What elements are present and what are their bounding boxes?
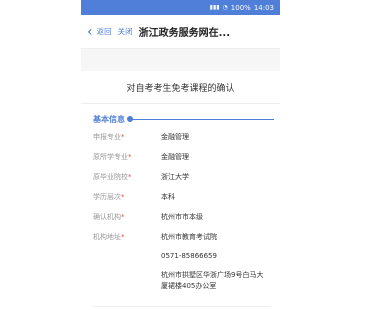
section-header: 基本信息	[81, 108, 280, 130]
row-label: 学历层次*	[93, 193, 125, 201]
page-title: 浙江政务服务网在...	[138, 28, 231, 39]
row-value: 浙江大学	[161, 173, 189, 181]
row-label: 原毕业院校*	[93, 173, 132, 181]
info-row-degree: 学历层次* 本科	[93, 190, 280, 210]
battery-text: 100%	[230, 3, 251, 12]
card-title: 对自考考生免考课程的确认	[81, 71, 280, 104]
nav-bar: ‹ 返回 关闭 浙江政务服务网在...	[81, 15, 280, 49]
chevron-left-icon[interactable]: ‹	[87, 25, 93, 39]
wifi-icon: ◔	[222, 4, 228, 11]
info-row-address: 机构地址* 杭州市教育考试院 0571-85866659 杭州市拱墅区华浙广场9…	[93, 230, 280, 300]
row-value: 杭州市市本级	[161, 213, 203, 221]
phone-screen: ▮▮▮ ◔ 100% 14:03 ‹ 返回 关闭 浙江政务服务网在... 对自考…	[81, 0, 280, 310]
section-dot-icon	[127, 116, 133, 122]
info-row-original-major: 原所学专业* 金融管理	[93, 150, 280, 170]
address-org: 杭州市教育考试院	[161, 233, 217, 241]
row-value: 金融管理	[161, 133, 189, 141]
section-title: 基本信息	[93, 114, 125, 124]
info-row-major: 申报专业* 金融管理	[93, 130, 280, 150]
row-value: 本科	[161, 193, 175, 201]
spacer	[81, 49, 280, 71]
row-value: 杭州市教育考试院 0571-85866659 杭州市拱墅区华浙广场9号白马大厦裙…	[161, 230, 280, 300]
row-label: 机构地址*	[93, 233, 125, 241]
address-street: 杭州市拱墅区华浙广场9号白马大厦裙楼405办公室	[161, 271, 264, 290]
info-row-school: 原毕业院校* 浙江大学	[93, 170, 280, 190]
info-row-institution: 确认机构* 杭州市市本级	[93, 210, 280, 230]
info-list: 申报专业* 金融管理 原所学专业* 金融管理 原毕业院校* 浙江大学 学历层次*…	[81, 130, 280, 300]
bottom-divider	[93, 306, 270, 307]
close-button[interactable]: 关闭	[118, 26, 133, 37]
row-label: 原所学专业*	[93, 153, 132, 161]
back-button[interactable]: 返回	[97, 26, 112, 37]
row-label: 确认机构*	[93, 213, 125, 221]
section-divider	[127, 116, 274, 122]
status-bar: ▮▮▮ ◔ 100% 14:03	[81, 0, 280, 15]
row-value: 金融管理	[161, 153, 189, 161]
address-phone: 0571-85866659	[161, 252, 217, 260]
row-label: 申报专业*	[93, 133, 125, 141]
signal-icon: ▮▮▮	[209, 4, 220, 11]
status-time: 14:03	[253, 3, 274, 12]
